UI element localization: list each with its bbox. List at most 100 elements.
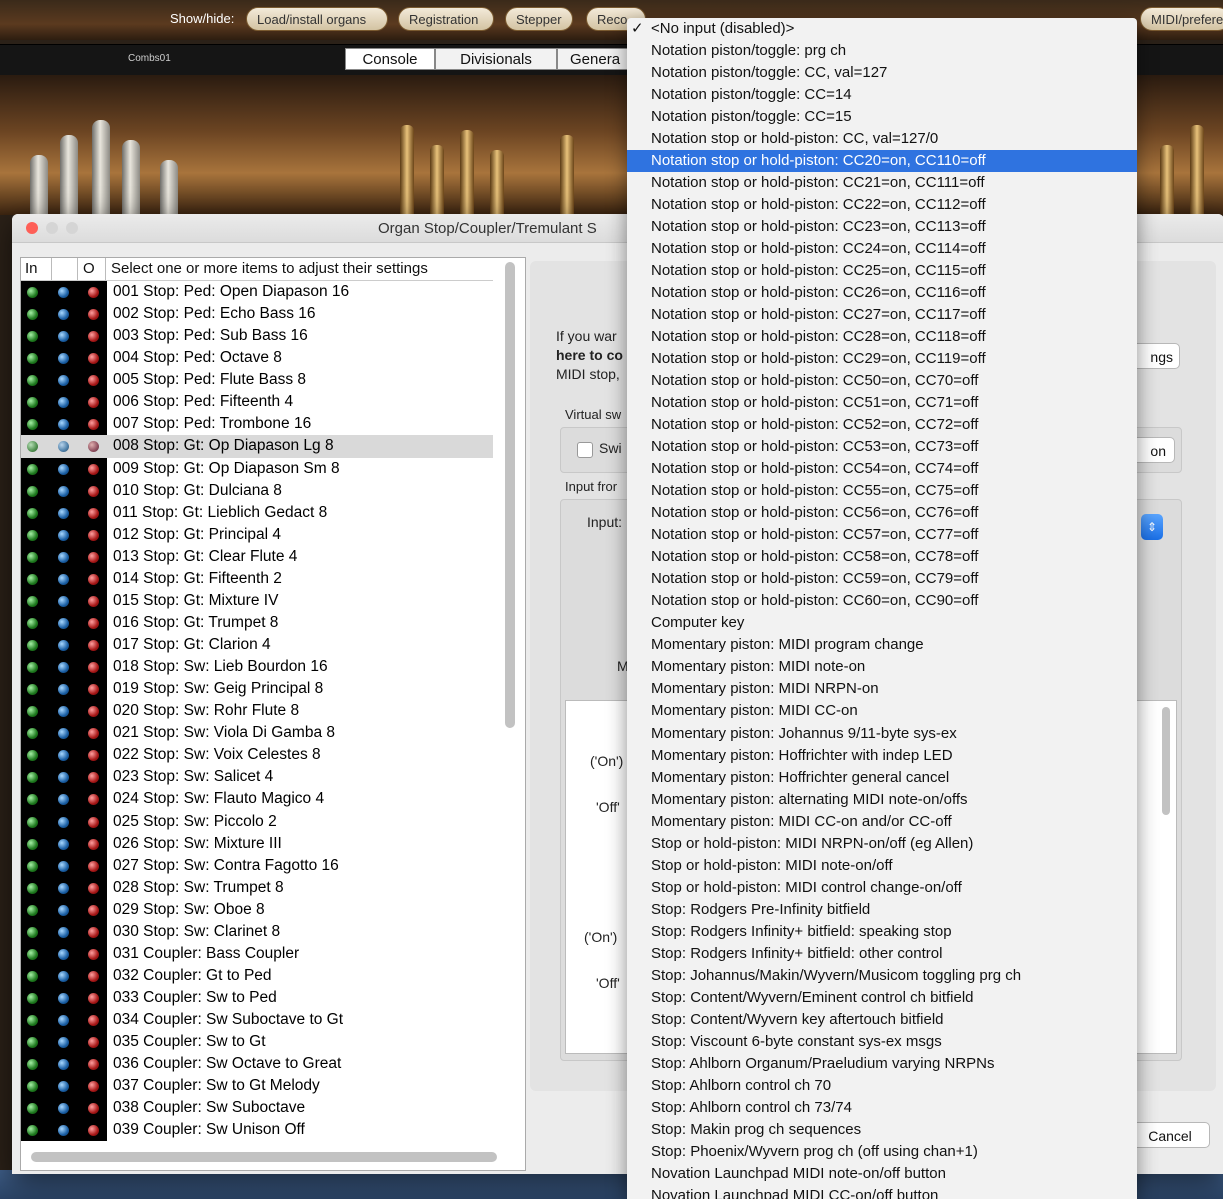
- menu-item[interactable]: Stop: Ahlborn control ch 73/74: [627, 1097, 1137, 1119]
- menu-item[interactable]: Notation stop or hold-piston: CC59=on, C…: [627, 568, 1137, 590]
- out-indicator-icon[interactable]: [88, 684, 99, 696]
- list-item[interactable]: 028 Stop: Sw: Trumpet 8: [21, 876, 493, 899]
- in-indicator-icon[interactable]: [27, 397, 38, 409]
- menu-item[interactable]: Notation piston/toggle: CC=15: [627, 106, 1137, 128]
- status-indicator-icon[interactable]: [58, 926, 69, 938]
- list-item[interactable]: 002 Stop: Ped: Echo Bass 16: [21, 303, 493, 326]
- out-indicator-icon[interactable]: [88, 441, 99, 453]
- status-indicator-icon[interactable]: [58, 595, 69, 607]
- settings-button[interactable]: ngs: [1130, 343, 1180, 369]
- in-indicator-icon[interactable]: [27, 794, 38, 806]
- menu-item[interactable]: Momentary piston: MIDI CC-on and/or CC-o…: [627, 811, 1137, 833]
- status-indicator-icon[interactable]: [58, 551, 69, 563]
- menu-item[interactable]: Stop: Phoenix/Wyvern prog ch (off using …: [627, 1141, 1137, 1163]
- menu-item[interactable]: Notation stop or hold-piston: CC58=on, C…: [627, 546, 1137, 568]
- status-indicator-icon[interactable]: [58, 507, 69, 519]
- in-indicator-icon[interactable]: [27, 287, 38, 298]
- in-indicator-icon[interactable]: [27, 1037, 38, 1049]
- menu-item[interactable]: Notation stop or hold-piston: CC20=on, C…: [627, 150, 1137, 173]
- status-indicator-icon[interactable]: [58, 485, 69, 497]
- out-indicator-icon[interactable]: [88, 331, 99, 343]
- list-item[interactable]: 013 Stop: Gt: Clear Flute 4: [21, 545, 493, 568]
- list-item[interactable]: 032 Coupler: Gt to Ped: [21, 964, 493, 987]
- list-item[interactable]: 010 Stop: Gt: Dulciana 8: [21, 479, 493, 502]
- menu-item[interactable]: Notation stop or hold-piston: CC24=on, C…: [627, 238, 1137, 260]
- list-item[interactable]: 022 Stop: Sw: Voix Celestes 8: [21, 744, 493, 767]
- list-item[interactable]: 036 Coupler: Sw Octave to Great: [21, 1053, 493, 1076]
- out-indicator-icon[interactable]: [88, 375, 99, 387]
- status-indicator-icon[interactable]: [58, 1103, 69, 1115]
- status-indicator-icon[interactable]: [58, 772, 69, 784]
- status-indicator-icon[interactable]: [58, 617, 69, 629]
- list-item[interactable]: 004 Stop: Ped: Octave 8: [21, 347, 493, 370]
- in-indicator-icon[interactable]: [27, 662, 38, 674]
- menu-item[interactable]: Stop: Viscount 6-byte constant sys-ex ms…: [627, 1031, 1137, 1053]
- menu-item[interactable]: Stop: Makin prog ch sequences: [627, 1119, 1137, 1141]
- in-indicator-icon[interactable]: [27, 684, 38, 696]
- list-item[interactable]: 031 Coupler: Bass Coupler: [21, 942, 493, 965]
- list-item[interactable]: 025 Stop: Sw: Piccolo 2: [21, 810, 493, 833]
- menu-item[interactable]: Notation stop or hold-piston: CC55=on, C…: [627, 480, 1137, 502]
- list-item[interactable]: 018 Stop: Sw: Lieb Bourdon 16: [21, 656, 493, 679]
- menu-item[interactable]: Notation stop or hold-piston: CC21=on, C…: [627, 172, 1137, 194]
- menu-item[interactable]: Momentary piston: alternating MIDI note-…: [627, 789, 1137, 811]
- out-indicator-icon[interactable]: [88, 640, 99, 651]
- out-indicator-icon[interactable]: [88, 419, 99, 431]
- list-item[interactable]: 011 Stop: Gt: Lieblich Gedact 8: [21, 501, 493, 524]
- out-indicator-icon[interactable]: [88, 1037, 99, 1049]
- status-indicator-icon[interactable]: [58, 706, 69, 718]
- status-indicator-icon[interactable]: [58, 662, 69, 674]
- in-indicator-icon[interactable]: [27, 463, 38, 475]
- in-indicator-icon[interactable]: [27, 706, 38, 718]
- in-indicator-icon[interactable]: [27, 816, 38, 828]
- menu-item[interactable]: Momentary piston: MIDI CC-on: [627, 700, 1137, 722]
- settings-scrollbar[interactable]: [1162, 707, 1170, 815]
- status-indicator-icon[interactable]: [58, 993, 69, 1004]
- status-indicator-icon[interactable]: [58, 728, 69, 740]
- list-item[interactable]: 035 Coupler: Sw to Gt: [21, 1031, 493, 1054]
- out-indicator-icon[interactable]: [88, 794, 99, 806]
- menu-item[interactable]: Notation stop or hold-piston: CC52=on, C…: [627, 414, 1137, 436]
- out-indicator-icon[interactable]: [88, 463, 99, 475]
- out-indicator-icon[interactable]: [88, 728, 99, 740]
- menu-item[interactable]: Notation stop or hold-piston: CC26=on, C…: [627, 282, 1137, 304]
- zoom-icon[interactable]: [66, 222, 78, 234]
- in-indicator-icon[interactable]: [27, 772, 38, 784]
- menu-item[interactable]: Computer key: [627, 612, 1137, 634]
- menu-item[interactable]: Stop: Rodgers Infinity+ bitfield: speaki…: [627, 921, 1137, 943]
- out-indicator-icon[interactable]: [88, 772, 99, 784]
- menu-item[interactable]: Momentary piston: MIDI program change: [627, 634, 1137, 656]
- menu-item[interactable]: Notation stop or hold-piston: CC28=on, C…: [627, 326, 1137, 348]
- menu-item[interactable]: Momentary piston: MIDI NRPN-on: [627, 678, 1137, 700]
- list-item[interactable]: 005 Stop: Ped: Flute Bass 8: [21, 369, 493, 392]
- in-indicator-icon[interactable]: [27, 485, 38, 497]
- in-indicator-icon[interactable]: [27, 595, 38, 607]
- status-indicator-icon[interactable]: [58, 1037, 69, 1049]
- cancel-button[interactable]: Cancel: [1130, 1122, 1210, 1148]
- menu-item[interactable]: Momentary piston: MIDI note-on: [627, 656, 1137, 678]
- in-indicator-icon[interactable]: [27, 1125, 38, 1137]
- in-indicator-icon[interactable]: [27, 617, 38, 629]
- out-indicator-icon[interactable]: [88, 750, 99, 762]
- in-indicator-icon[interactable]: [27, 838, 38, 850]
- in-indicator-icon[interactable]: [27, 882, 38, 894]
- status-indicator-icon[interactable]: [58, 397, 69, 409]
- list-item[interactable]: 029 Stop: Sw: Oboe 8: [21, 898, 493, 921]
- menu-item[interactable]: Momentary piston: Hoffrichter with indep…: [627, 745, 1137, 767]
- out-indicator-icon[interactable]: [88, 993, 99, 1004]
- list-item[interactable]: 037 Coupler: Sw to Gt Melody: [21, 1075, 493, 1098]
- in-indicator-icon[interactable]: [27, 926, 38, 938]
- out-indicator-icon[interactable]: [88, 485, 99, 497]
- menu-item[interactable]: Notation stop or hold-piston: CC57=on, C…: [627, 524, 1137, 546]
- status-indicator-icon[interactable]: [58, 1015, 69, 1027]
- in-indicator-icon[interactable]: [27, 728, 38, 740]
- status-indicator-icon[interactable]: [58, 441, 69, 453]
- status-indicator-icon[interactable]: [58, 794, 69, 806]
- menu-item[interactable]: Stop or hold-piston: MIDI note-on/off: [627, 855, 1137, 877]
- in-indicator-icon[interactable]: [27, 331, 38, 343]
- menu-item[interactable]: Notation stop or hold-piston: CC29=on, C…: [627, 348, 1137, 370]
- list-item[interactable]: 003 Stop: Ped: Sub Bass 16: [21, 325, 493, 348]
- out-indicator-icon[interactable]: [88, 551, 99, 563]
- stepper-button[interactable]: Stepper: [505, 7, 573, 31]
- menu-item[interactable]: Notation stop or hold-piston: CC22=on, C…: [627, 194, 1137, 216]
